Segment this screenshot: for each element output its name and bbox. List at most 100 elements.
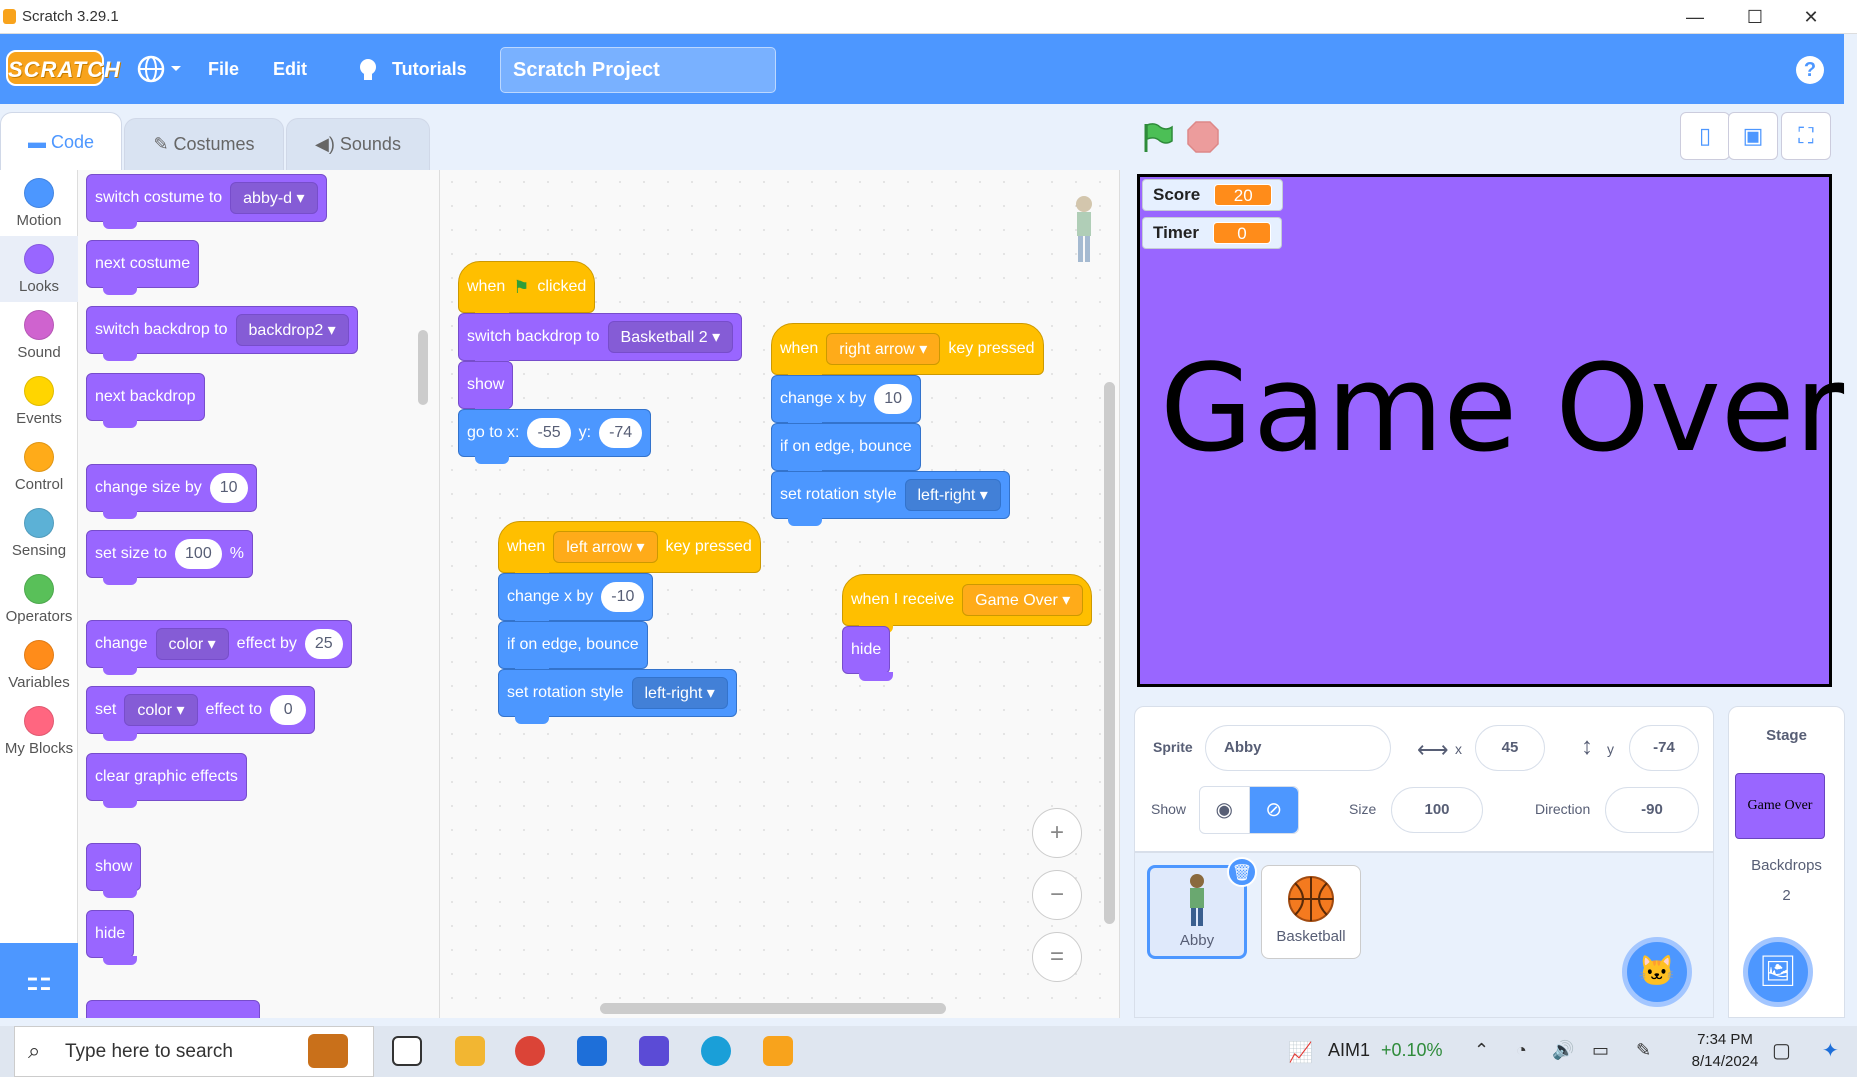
block-show-script[interactable]: show: [458, 361, 514, 416]
block-switch-backdrop[interactable]: switch backdrop to backdrop2: [86, 306, 358, 361]
close-button[interactable]: ✕: [1788, 4, 1834, 30]
goto-x-input[interactable]: -55: [527, 418, 571, 448]
block-change-size[interactable]: change size by 10: [86, 464, 257, 519]
edge-icon[interactable]: [701, 1036, 731, 1066]
edit-menu[interactable]: Edit: [273, 59, 307, 80]
y-input[interactable]: -74: [1629, 725, 1699, 771]
block-rotation-style-right[interactable]: set rotation style left-right: [771, 471, 1010, 526]
volume-icon[interactable]: 🔊: [1552, 1040, 1574, 1061]
choose-backdrop-button[interactable]: 🖼: [1743, 937, 1813, 1007]
large-stage-button[interactable]: ▣: [1728, 112, 1778, 160]
effect-dropdown[interactable]: color: [155, 628, 229, 660]
add-extension-button[interactable]: ⚏: [0, 943, 78, 1018]
script-area[interactable]: when ⚑ clicked switch backdrop to Basketbal…: [440, 170, 1120, 1018]
block-hide[interactable]: hide: [86, 910, 138, 965]
category-operators[interactable]: Operators: [0, 566, 78, 632]
key-select-right[interactable]: right arrow: [826, 333, 941, 365]
zoom-reset-button[interactable]: =: [1032, 932, 1082, 982]
backdrop-select[interactable]: Basketball 2: [607, 321, 734, 353]
category-my-blocks[interactable]: My Blocks: [0, 698, 78, 764]
block-set-effect[interactable]: setcoloreffect to0: [86, 686, 316, 741]
briefcase-icon[interactable]: [308, 1034, 348, 1068]
mail-icon[interactable]: [577, 1036, 607, 1066]
scratch-logo[interactable]: SCRATCH: [6, 50, 120, 86]
rotation-select-left[interactable]: left-right: [631, 677, 728, 709]
file-menu[interactable]: File: [208, 59, 239, 80]
copilot-tray-icon[interactable]: ✦: [1822, 1038, 1839, 1063]
goto-y-input[interactable]: -74: [599, 418, 643, 448]
rotation-select-right[interactable]: left-right: [904, 479, 1001, 511]
file-explorer-icon[interactable]: [455, 1036, 485, 1066]
set-effect-dropdown[interactable]: color: [124, 694, 198, 726]
category-variables[interactable]: Variables: [0, 632, 78, 698]
block-next-costume[interactable]: next costume: [86, 240, 200, 295]
block-change-x-right[interactable]: change x by 10: [771, 375, 922, 430]
block-change-effect[interactable]: changecoloreffect by25: [86, 620, 352, 675]
change-x-input-left[interactable]: -10: [601, 582, 645, 612]
scratch-taskbar-icon[interactable]: [763, 1036, 793, 1066]
effect-to-input[interactable]: 0: [270, 695, 307, 725]
minimize-button[interactable]: —: [1672, 4, 1718, 30]
project-title-input[interactable]: Scratch Project: [500, 47, 776, 93]
stage-thumbnail[interactable]: Game Over: [1735, 773, 1825, 839]
block-partial[interactable]: [86, 1000, 260, 1018]
category-control[interactable]: Control: [0, 434, 78, 500]
delete-sprite-icon[interactable]: 🗑: [1227, 857, 1257, 887]
copilot-icon[interactable]: [639, 1036, 669, 1066]
change-size-input[interactable]: 10: [209, 473, 248, 503]
block-clear-effects[interactable]: clear graphic effects: [86, 753, 247, 808]
category-looks[interactable]: Looks: [0, 236, 78, 302]
costume-dropdown[interactable]: abby-d: [230, 182, 318, 214]
tray-chevron-icon[interactable]: ⌃: [1474, 1040, 1489, 1061]
block-show[interactable]: show: [86, 843, 142, 898]
small-stage-button[interactable]: ▯: [1680, 112, 1730, 160]
maximize-button[interactable]: ☐: [1732, 4, 1778, 30]
key-select-left[interactable]: left arrow: [553, 531, 658, 563]
wifi-icon[interactable]: ◔: [1516, 1040, 1527, 1061]
task-view-icon[interactable]: [392, 1036, 422, 1066]
block-bounce-left[interactable]: if on edge, bounce: [498, 621, 648, 676]
sprite-name-input[interactable]: Abby: [1205, 725, 1391, 771]
category-sound[interactable]: Sound: [0, 302, 78, 368]
block-set-size[interactable]: set size to 100%: [86, 530, 253, 585]
stop-button[interactable]: [1186, 120, 1220, 159]
script-horizontal-scrollbar[interactable]: [600, 1003, 946, 1014]
x-input[interactable]: 45: [1475, 725, 1545, 771]
notifications-icon[interactable]: ▢: [1772, 1038, 1791, 1063]
category-motion[interactable]: Motion: [0, 170, 78, 236]
battery-icon[interactable]: ▭: [1592, 1040, 1609, 1061]
zoom-in-button[interactable]: +: [1032, 808, 1082, 858]
hide-eye-button[interactable]: ⊘: [1249, 787, 1298, 833]
block-rotation-style-left[interactable]: set rotation style left-right: [498, 669, 737, 724]
help-icon[interactable]: ?: [1796, 56, 1824, 84]
category-sensing[interactable]: Sensing: [0, 500, 78, 566]
direction-input[interactable]: -90: [1605, 787, 1699, 833]
block-hide-script[interactable]: hide: [842, 626, 894, 681]
zoom-out-button[interactable]: −: [1032, 870, 1082, 920]
fullscreen-button[interactable]: ⛶: [1781, 112, 1831, 160]
block-go-to-xy[interactable]: go to x: -55 y: -74: [458, 409, 652, 464]
clock-time[interactable]: 7:34 PM: [1690, 1031, 1760, 1048]
size-input[interactable]: 100: [1391, 787, 1483, 833]
green-flag-button[interactable]: [1140, 120, 1174, 159]
stage-panel[interactable]: Stage Game Over Backdrops 2 🖼: [1728, 706, 1845, 1018]
script-vertical-scrollbar[interactable]: [1104, 382, 1115, 924]
palette-scrollbar[interactable]: [418, 330, 428, 405]
show-eye-button[interactable]: ◉: [1200, 787, 1250, 833]
pen-icon[interactable]: ✎: [1636, 1040, 1651, 1061]
block-switch-backdrop-script[interactable]: switch backdrop to Basketball 2: [458, 313, 743, 368]
block-when-flag-clicked[interactable]: when ⚑ clicked: [458, 261, 596, 320]
change-x-input-right[interactable]: 10: [874, 384, 913, 414]
chrome-icon[interactable]: [515, 1036, 545, 1066]
message-select[interactable]: Game Over: [962, 584, 1084, 616]
language-menu[interactable]: [136, 54, 186, 84]
clock-date[interactable]: 8/14/2024: [1680, 1053, 1770, 1070]
backdrop-dropdown[interactable]: backdrop2: [235, 314, 349, 346]
tab-code[interactable]: ▬ Code: [0, 112, 122, 172]
block-when-i-receive[interactable]: when I receive Game Over: [842, 574, 1093, 633]
sprite-tile-basketball[interactable]: Basketball: [1261, 865, 1361, 959]
block-change-x-left[interactable]: change x by -10: [498, 573, 654, 628]
set-size-input[interactable]: 100: [175, 539, 222, 569]
choose-sprite-button[interactable]: 🐱: [1622, 937, 1692, 1007]
category-events[interactable]: Events: [0, 368, 78, 434]
